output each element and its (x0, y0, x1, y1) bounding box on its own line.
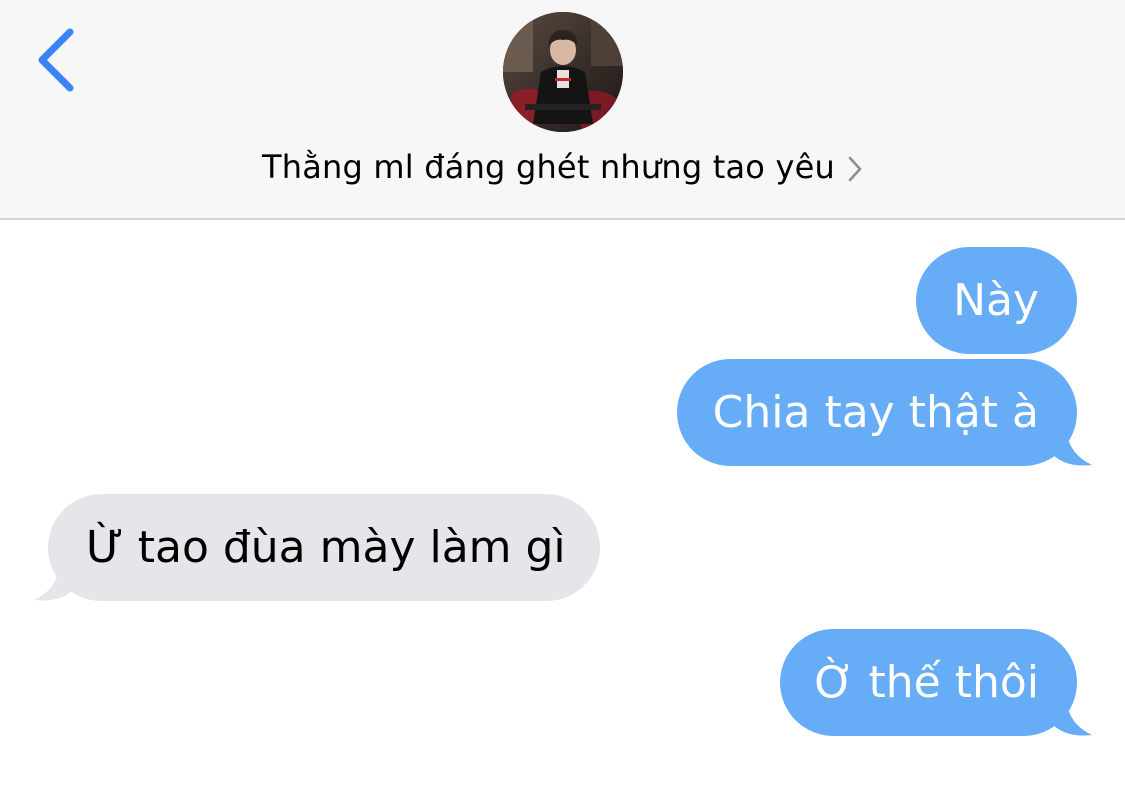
contact-name: Thằng ml đáng ghét nhưng tao yêu (262, 148, 835, 186)
message-text: Này (953, 275, 1039, 326)
back-button[interactable] (30, 22, 90, 98)
contact-photo (503, 12, 623, 132)
conversation-header: Thằng ml đáng ghét nhưng tao yêu (0, 0, 1125, 220)
message-bubble-outgoing[interactable]: Chia tay thật à (677, 359, 1077, 466)
contact-name-button[interactable]: Thằng ml đáng ghét nhưng tao yêu (0, 142, 1125, 192)
avatar[interactable] (503, 12, 623, 132)
message-text: Ờ thế thôi (814, 657, 1039, 708)
message-bubble-outgoing[interactable]: Ờ thế thôi (780, 629, 1077, 736)
chevron-left-icon (38, 28, 74, 92)
message-text: Chia tay thật à (712, 387, 1039, 438)
messages-screen: Thằng ml đáng ghét nhưng tao yêu Này Chi… (0, 0, 1125, 786)
message-text: Ừ tao đùa mày làm gì (86, 522, 566, 573)
message-bubble-outgoing[interactable]: Này (916, 247, 1077, 354)
chevron-right-icon (848, 156, 862, 182)
message-bubble-incoming[interactable]: Ừ tao đùa mày làm gì (48, 494, 600, 601)
